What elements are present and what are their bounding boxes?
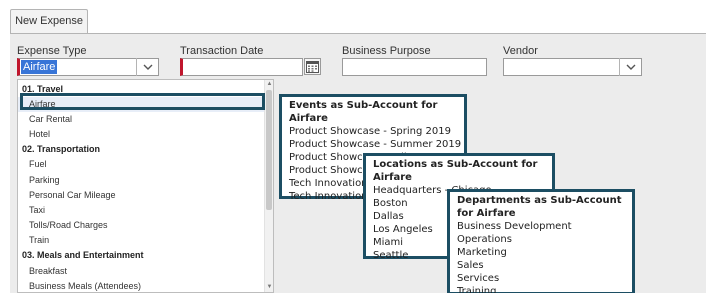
tab-new-expense[interactable]: New Expense xyxy=(10,9,88,34)
departments-callout: Departments as Sub-Account for Airfare B… xyxy=(447,189,635,293)
departments-callout-line: Marketing xyxy=(457,247,507,258)
departments-callout-line: Training xyxy=(457,286,497,293)
option-hotel[interactable]: Hotel xyxy=(18,127,265,142)
dropdown-scrollbar[interactable]: ▲ ▼ xyxy=(264,80,273,292)
vendor-label: Vendor xyxy=(503,45,538,57)
events-callout-line: Product Showcase - Summer 2019 xyxy=(289,139,462,150)
calendar-icon[interactable] xyxy=(304,58,321,75)
airfare-highlight xyxy=(20,93,265,110)
option-business-meals[interactable]: Business Meals (Attendees) xyxy=(18,279,265,292)
option-car-rental[interactable]: Car Rental xyxy=(18,112,265,127)
option-tolls-road-charges[interactable]: Tolls/Road Charges xyxy=(18,218,265,233)
business-purpose-label: Business Purpose xyxy=(342,45,431,57)
expense-type-value: Airfare xyxy=(21,60,58,74)
expense-type-select[interactable]: Airfare xyxy=(17,58,159,76)
tab-strip: New Expense xyxy=(0,0,706,34)
option-train[interactable]: Train xyxy=(18,233,265,248)
group-meals-entertainment: 03. Meals and Entertainment xyxy=(22,250,144,260)
locations-callout-title: Locations as Sub-Account for Airfare xyxy=(373,159,538,183)
option-breakfast[interactable]: Breakfast xyxy=(18,264,265,279)
chevron-down-icon[interactable] xyxy=(136,58,158,76)
option-parking[interactable]: Parking xyxy=(18,173,265,188)
departments-callout-line: Business Development xyxy=(457,221,572,232)
expense-type-dropdown: 01. Travel Airfare Car Rental Hotel 02. … xyxy=(17,79,274,293)
expense-type-label: Expense Type xyxy=(17,45,87,57)
events-callout-title: Events as Sub-Account for Airfare xyxy=(289,100,438,124)
transaction-date-input[interactable] xyxy=(180,58,303,76)
scroll-thumb[interactable] xyxy=(266,90,272,210)
scroll-down-icon[interactable]: ▼ xyxy=(266,284,273,291)
chevron-down-icon[interactable] xyxy=(619,58,641,76)
scroll-up-icon[interactable]: ▲ xyxy=(266,81,273,88)
events-callout-line: Product Showcase - Spring 2019 xyxy=(289,126,451,137)
option-personal-car-mileage[interactable]: Personal Car Mileage xyxy=(18,188,265,203)
option-taxi[interactable]: Taxi xyxy=(18,203,265,218)
transaction-date-label: Transaction Date xyxy=(180,45,264,57)
transaction-date-value xyxy=(184,60,188,74)
option-fuel[interactable]: Fuel xyxy=(18,157,265,172)
business-purpose-input[interactable] xyxy=(342,58,487,76)
business-purpose-value xyxy=(344,60,348,74)
vendor-value xyxy=(505,60,509,74)
departments-callout-line: Services xyxy=(457,273,500,284)
departments-callout-title: Departments as Sub-Account for Airfare xyxy=(457,195,622,219)
group-transportation: 02. Transportation xyxy=(22,144,101,154)
vendor-select[interactable] xyxy=(503,58,642,76)
departments-callout-line: Operations xyxy=(457,234,512,245)
departments-callout-line: Sales xyxy=(457,260,484,271)
